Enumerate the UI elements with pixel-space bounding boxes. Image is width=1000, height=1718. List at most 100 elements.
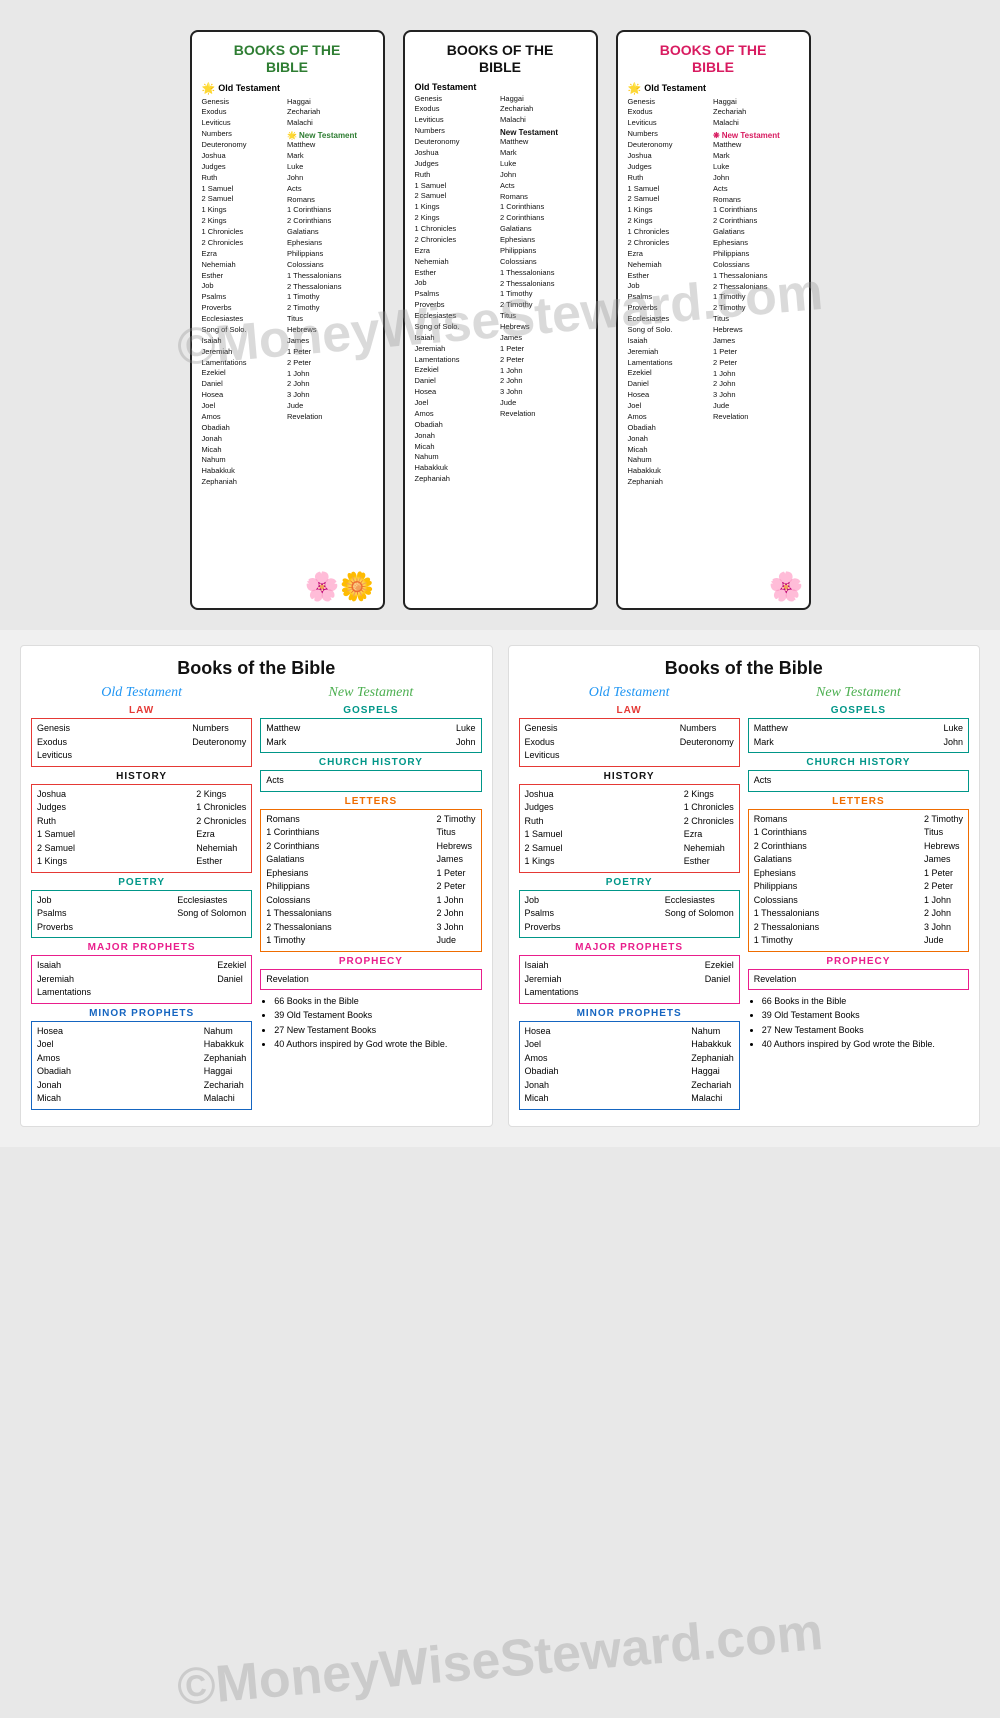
minor-prophets-title-2: MINOR PROPHETS: [519, 1008, 740, 1019]
list-item: Hosea: [415, 387, 501, 398]
major-prophets-title-1: MAJOR PROPHETS: [31, 942, 252, 953]
list-item: Zephaniah: [204, 1052, 247, 1066]
list-item: 1 Kings: [525, 855, 563, 869]
list-item: Exodus: [415, 104, 501, 115]
list-item: Ruth: [415, 170, 501, 181]
list-item: 1 Timothy: [713, 292, 799, 303]
major-left: Isaiah Jeremiah Lamentations: [37, 959, 91, 1000]
poetry-right-2: Ecclesiastes Song of Solomon: [665, 894, 734, 935]
list-item: Romans: [754, 813, 819, 827]
dot-icon-nt-1: 🌟: [287, 131, 297, 140]
list-item: Ezekiel: [705, 959, 734, 973]
history-title-1: HISTORY: [31, 771, 252, 782]
gospels-title-1: GOSPELS: [260, 705, 481, 716]
list-item: Ecclesiastes: [202, 314, 288, 325]
list-item: Nehemiah: [202, 260, 288, 271]
list-item: Luke: [287, 162, 373, 173]
list-item: Ecclesiastes: [415, 311, 501, 322]
list-item: John: [287, 173, 373, 184]
list-item: Proverbs: [628, 303, 714, 314]
list-item: Matthew: [287, 140, 373, 151]
list-item: Jonah: [202, 434, 288, 445]
list-item: Malachi: [204, 1092, 247, 1106]
list-item: Ezra: [684, 828, 734, 842]
minor-right: Nahum Habakkuk Zephaniah Haggai Zecharia…: [204, 1025, 247, 1106]
list-item: 2 Samuel: [415, 191, 501, 202]
list-item: Haggai: [287, 97, 373, 108]
list-item: Obadiah: [415, 420, 501, 431]
list-item: Jonah: [37, 1079, 71, 1093]
major-prophets-box-1: Isaiah Jeremiah Lamentations Ezekiel Dan…: [31, 955, 252, 1004]
list-item: Judges: [628, 162, 714, 173]
list-item: 1 Chronicles: [196, 801, 246, 815]
law-title-2: LAW: [519, 705, 740, 716]
list-item: Romans: [287, 195, 373, 206]
list-item: 1 Peter: [924, 867, 963, 881]
list-item: Hebrews: [713, 325, 799, 336]
list-item: 2 Corinthians: [713, 216, 799, 227]
list-item: 39 Old Testament Books: [274, 1008, 481, 1022]
list-item: Nahum: [628, 455, 714, 466]
list-item: Philippians: [266, 880, 331, 894]
list-item: Zephaniah: [628, 477, 714, 488]
list-item: Romans: [713, 195, 799, 206]
list-item: John: [456, 736, 476, 750]
list-item: 2 John: [500, 376, 586, 387]
list-item: Jude: [713, 401, 799, 412]
list-item: Song of Solo.: [415, 322, 501, 333]
list-item: Haggai: [500, 94, 586, 105]
list-item: Joshua: [415, 148, 501, 159]
list-item: Song of Solomon: [665, 907, 734, 921]
list-item: Numbers: [680, 722, 734, 736]
list-item: Jonah: [415, 431, 501, 442]
sheet-2-cols: Old Testament LAW Genesis Exodus Levitic…: [519, 685, 970, 1114]
list-item: Zechariah: [713, 107, 799, 118]
history-right: 2 Kings 1 Chronicles 2 Chronicles Ezra N…: [196, 788, 246, 869]
list-item: 2 Thessalonians: [754, 921, 819, 935]
list-item: 27 New Testament Books: [274, 1023, 481, 1037]
list-item: Proverbs: [415, 300, 501, 311]
list-item: Esther: [628, 271, 714, 282]
list-item: Philippians: [287, 249, 373, 260]
list-item: 3 John: [713, 390, 799, 401]
list-item: Mark: [500, 148, 586, 159]
list-item: Lamentations: [628, 358, 714, 369]
list-item: Joel: [415, 398, 501, 409]
list-item: Deuteronomy: [628, 140, 714, 151]
gospels-title-2: GOSPELS: [748, 705, 969, 716]
list-item: Judges: [415, 159, 501, 170]
gospels-right-2: Luke John: [943, 722, 963, 749]
list-item: Leviticus: [37, 749, 72, 763]
list-item: Psalms: [202, 292, 288, 303]
list-item: Hosea: [525, 1025, 559, 1039]
bookmark-2-title: BOOKS OF THEBIBLE: [415, 42, 586, 76]
list-item: Exodus: [525, 736, 560, 750]
list-item: Zephaniah: [415, 474, 501, 485]
list-item: Leviticus: [525, 749, 560, 763]
list-item: Ezra: [202, 249, 288, 260]
history-left-2: Joshua Judges Ruth 1 Samuel 2 Samuel 1 K…: [525, 788, 563, 869]
list-item: Ruth: [37, 815, 75, 829]
list-item: Lamentations: [202, 358, 288, 369]
list-item: Philippians: [713, 249, 799, 260]
list-item: Jude: [287, 401, 373, 412]
list-item: Habakkuk: [202, 466, 288, 477]
list-item: Malachi: [287, 118, 373, 129]
list-item: Jeremiah: [628, 347, 714, 358]
list-item: 1 Corinthians: [287, 205, 373, 216]
list-item: 2 Peter: [436, 880, 475, 894]
list-item: Zephaniah: [691, 1052, 734, 1066]
list-item: Nahum: [415, 452, 501, 463]
list-item: Daniel: [217, 973, 246, 987]
list-item: 2 Thessalonians: [713, 282, 799, 293]
list-item: Ruth: [525, 815, 563, 829]
list-item: 2 Chronicles: [628, 238, 714, 249]
list-item: 2 Samuel: [525, 842, 563, 856]
list-item: Amos: [202, 412, 288, 423]
list-item: Malachi: [713, 118, 799, 129]
sheet-2-title: Books of the Bible: [519, 658, 970, 679]
law-left: Genesis Exodus Leviticus: [37, 722, 72, 763]
list-item: Acts: [500, 181, 586, 192]
list-item: Malachi: [500, 115, 586, 126]
list-item: 3 John: [924, 921, 963, 935]
